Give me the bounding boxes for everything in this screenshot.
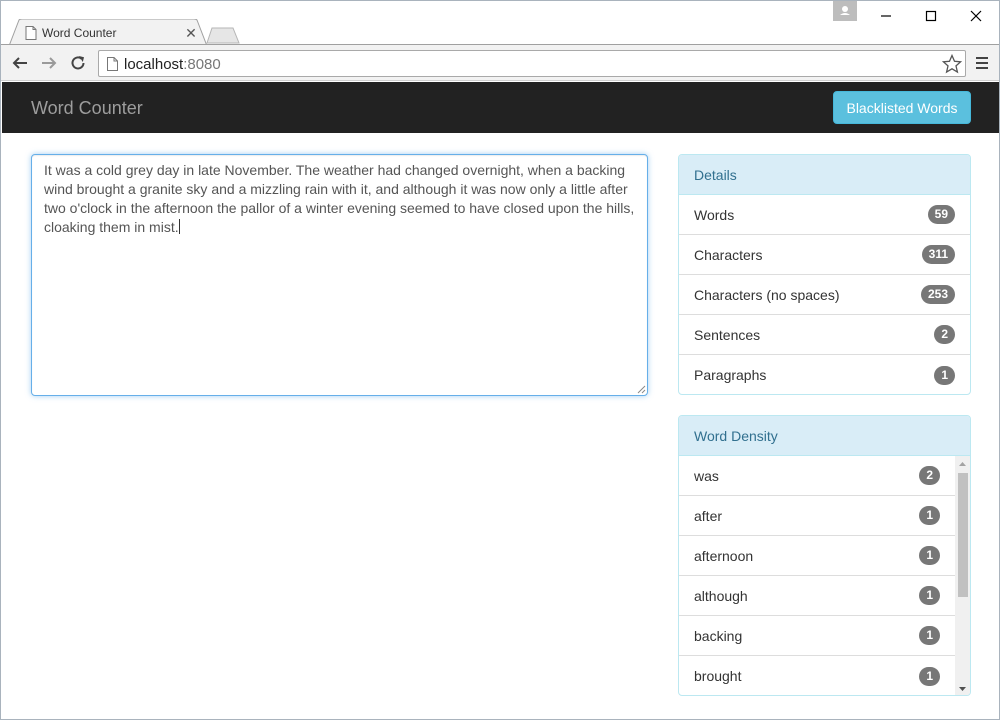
tab-title: Word Counter xyxy=(42,26,117,40)
count-badge: 253 xyxy=(920,285,955,304)
density-word: backing xyxy=(694,627,743,644)
bookmark-star-icon[interactable] xyxy=(941,53,963,75)
details-label: Words xyxy=(694,206,735,223)
minimize-button[interactable] xyxy=(863,1,909,31)
close-window-button[interactable] xyxy=(953,1,999,31)
details-item-paragraphs: Paragraphs 1 xyxy=(679,355,970,394)
scroll-up-arrow-icon[interactable] xyxy=(955,456,970,471)
density-item: although 1 xyxy=(679,576,955,616)
density-word: after xyxy=(694,507,723,524)
density-word: afternoon xyxy=(694,547,754,564)
count-badge: 1 xyxy=(919,626,940,645)
count-badge: 311 xyxy=(921,245,955,264)
text-content: It was a cold grey day in late November.… xyxy=(44,162,635,235)
details-item-characters-no-spaces: Characters (no spaces) 253 xyxy=(679,275,970,315)
density-scrollbar[interactable] xyxy=(955,456,970,695)
density-word: although xyxy=(694,587,748,604)
word-density-panel: Word Density was 2 after 1 afternoon 1 a… xyxy=(678,415,971,696)
text-input-area[interactable]: It was a cold grey day in late November.… xyxy=(31,154,648,396)
menu-icon[interactable] xyxy=(973,54,991,72)
density-item: backing 1 xyxy=(679,616,955,656)
count-badge: 1 xyxy=(919,546,940,565)
resize-grip-icon[interactable] xyxy=(636,384,646,394)
address-bar[interactable]: localhost:8080 xyxy=(98,50,966,77)
back-arrow-icon[interactable] xyxy=(9,53,31,73)
page-icon xyxy=(107,57,118,71)
url-host: localhost xyxy=(124,56,184,73)
profile-icon[interactable] xyxy=(833,1,857,21)
scroll-down-arrow-icon[interactable] xyxy=(955,681,970,695)
details-heading: Details xyxy=(679,155,970,195)
count-badge: 2 xyxy=(919,466,940,485)
details-label: Characters (no spaces) xyxy=(694,286,840,303)
browser-toolbar: localhost:8080 xyxy=(1,45,999,81)
details-item-words: Words 59 xyxy=(679,195,970,235)
details-panel: Details Words 59 Characters 311 Characte… xyxy=(678,154,971,395)
details-label: Sentences xyxy=(694,326,761,343)
new-tab-button[interactable] xyxy=(206,27,240,44)
word-density-heading: Word Density xyxy=(679,416,970,456)
count-badge: 1 xyxy=(919,666,940,686)
word-density-list[interactable]: was 2 after 1 afternoon 1 although 1 bac… xyxy=(679,456,955,695)
url-port: :8080 xyxy=(183,56,221,73)
url-text[interactable]: localhost:8080 xyxy=(124,56,221,73)
count-badge: 1 xyxy=(934,365,955,385)
details-label: Characters xyxy=(694,246,763,263)
density-item: afternoon 1 xyxy=(679,536,955,576)
count-badge: 2 xyxy=(934,325,955,344)
tab-strip: Word Counter ✕ xyxy=(1,1,999,46)
app-navbar: Word Counter Blacklisted Words xyxy=(2,82,999,133)
scroll-thumb[interactable] xyxy=(958,473,968,597)
text-caret xyxy=(178,219,180,234)
density-word: brought xyxy=(694,668,742,684)
density-item: after 1 xyxy=(679,496,955,536)
density-item: was 2 xyxy=(679,456,955,496)
tab-close-icon[interactable]: ✕ xyxy=(185,25,197,41)
maximize-button[interactable] xyxy=(908,1,954,31)
app-brand[interactable]: Word Counter xyxy=(31,98,143,119)
forward-arrow-icon[interactable] xyxy=(38,53,60,73)
density-word: was xyxy=(694,467,719,484)
count-badge: 59 xyxy=(927,205,955,224)
count-badge: 1 xyxy=(919,586,940,605)
details-label: Paragraphs xyxy=(694,367,767,383)
browser-window: Word Counter ✕ localhost:8080 Word Count… xyxy=(0,0,1000,720)
density-item: brought 1 xyxy=(679,656,955,695)
reload-icon[interactable] xyxy=(67,53,89,73)
page-icon xyxy=(25,26,37,40)
details-item-characters: Characters 311 xyxy=(679,235,970,275)
details-item-sentences: Sentences 2 xyxy=(679,315,970,355)
count-badge: 1 xyxy=(919,506,940,525)
blacklisted-words-button[interactable]: Blacklisted Words xyxy=(833,91,971,124)
